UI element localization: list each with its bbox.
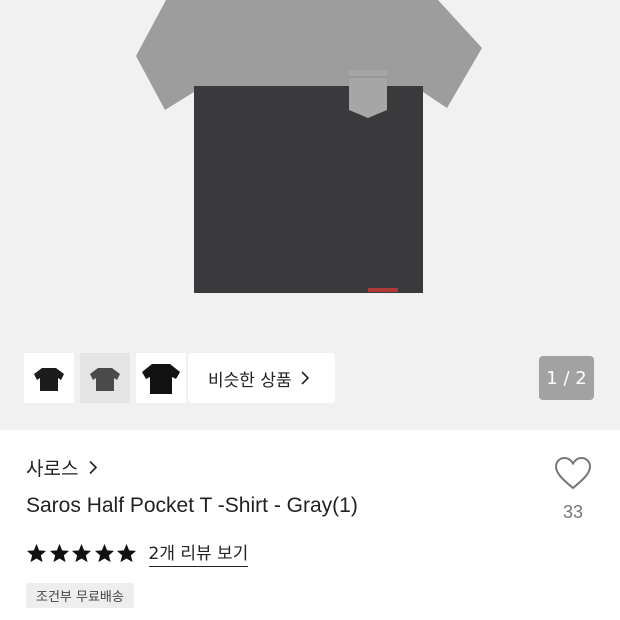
star-icon xyxy=(26,543,47,563)
star-icon xyxy=(49,543,69,563)
rating-row: 2개 리뷰 보기 xyxy=(26,539,249,567)
star-icon xyxy=(116,543,137,563)
similar-products-label: 비슷한 상품 xyxy=(208,370,292,391)
heart-icon xyxy=(554,456,592,490)
thumbnail-3[interactable] xyxy=(136,353,186,403)
tshirt-black-large-icon xyxy=(142,364,180,394)
product-title: Saros Half Pocket T -Shirt - Gray(1) xyxy=(26,494,358,517)
product-image xyxy=(136,0,482,293)
shipping-badge: 조건부 무료배송 xyxy=(26,583,134,608)
thumbnail-2[interactable] xyxy=(80,353,130,403)
tshirt-charcoal-icon xyxy=(90,368,120,391)
star-icon xyxy=(94,543,114,563)
thumbnail-1[interactable] xyxy=(24,353,74,403)
brand-link[interactable]: 사로스 xyxy=(26,454,98,481)
image-pager: 1 / 2 xyxy=(539,356,594,400)
product-info: 사로스 Saros Half Pocket T -Shirt - Gray(1)… xyxy=(0,430,620,620)
chevron-right-icon xyxy=(301,371,309,385)
tshirt-black-icon xyxy=(34,368,64,391)
similar-products-button[interactable]: 비슷한 상품 xyxy=(188,353,335,403)
review-link[interactable]: 2개 리뷰 보기 xyxy=(148,539,249,567)
product-image-gallery[interactable]: 비슷한 상품 1 / 2 xyxy=(0,0,620,430)
chevron-right-icon xyxy=(89,460,98,475)
star-rating xyxy=(26,543,139,563)
thumbnail-strip xyxy=(24,353,192,403)
star-icon xyxy=(71,543,92,563)
like-button[interactable]: 33 xyxy=(548,456,598,523)
brand-name: 사로스 xyxy=(26,458,79,480)
like-count: 33 xyxy=(562,502,584,522)
